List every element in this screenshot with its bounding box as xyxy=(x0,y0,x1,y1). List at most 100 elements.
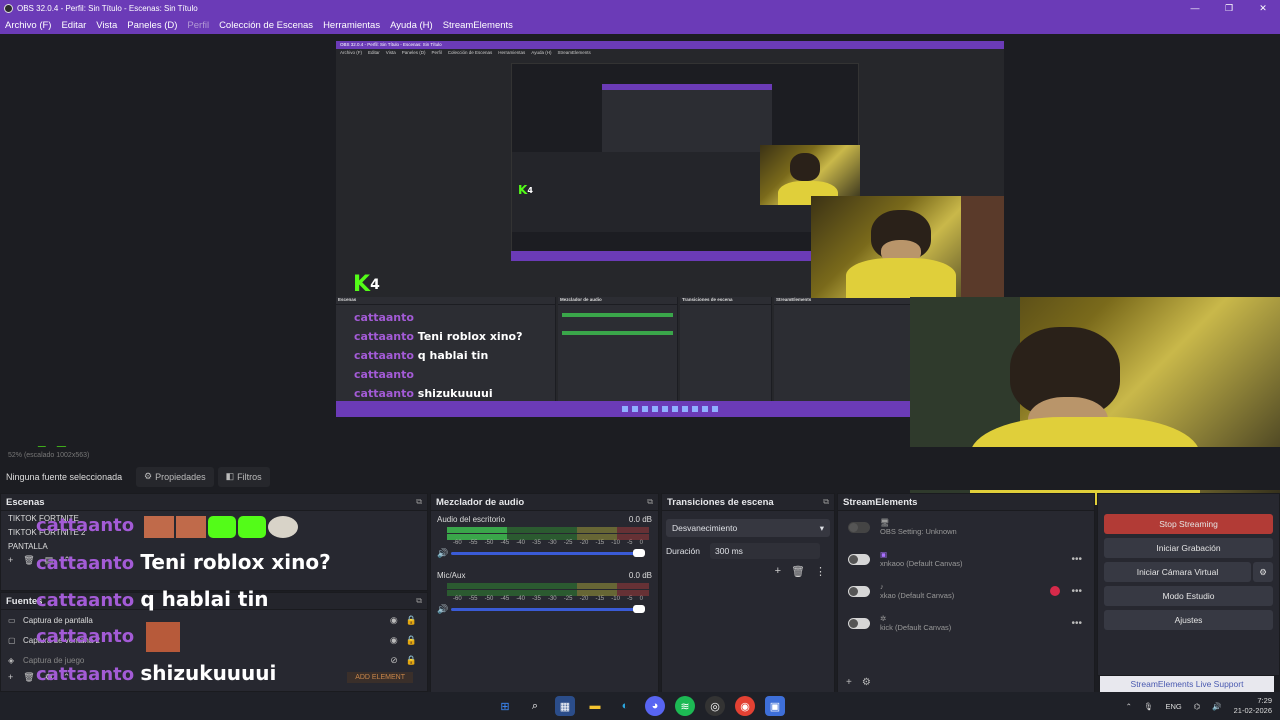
streamelements-support-button[interactable]: StreamElements Live Support xyxy=(1100,676,1274,692)
kick-viewer-badge-tiny: K 4 xyxy=(518,183,533,197)
visibility-hidden-icon[interactable]: ⊘ xyxy=(390,655,398,666)
speaker-icon[interactable]: 🔊 xyxy=(437,604,451,615)
store-icon[interactable]: ▦ xyxy=(555,696,575,716)
add-output-icon[interactable]: + xyxy=(846,677,852,688)
level-meter xyxy=(447,527,652,533)
tiktok-icon: ♪ xyxy=(880,582,884,591)
menu-docks[interactable]: Paneles (D) xyxy=(122,20,182,31)
file-explorer-icon[interactable]: ▬ xyxy=(585,696,605,716)
properties-button[interactable]: ⚙ Propiedades xyxy=(136,466,214,487)
start-recording-button[interactable]: Iniciar Grabación xyxy=(1104,538,1273,558)
emote-icon xyxy=(146,622,181,652)
menu-file[interactable]: Archivo (F) xyxy=(0,20,56,31)
se-output-row: ♪ xkao (Default Canvas) ••• xyxy=(838,575,1094,607)
restore-icon[interactable]: ❐ xyxy=(1212,0,1246,16)
windows-start-icon[interactable]: ⊞ xyxy=(495,696,515,716)
menu-view[interactable]: Vista xyxy=(91,20,122,31)
dock-undock-icon[interactable]: ⧉ xyxy=(823,497,829,507)
stop-streaming-button[interactable]: Stop Streaming xyxy=(1104,514,1273,534)
menu-streamelements[interactable]: StreamElements xyxy=(438,20,518,31)
lock-icon[interactable]: 🔒 xyxy=(406,635,417,646)
filters-button[interactable]: ◧ Filtros xyxy=(217,466,270,487)
visibility-eye-icon[interactable]: ◉ xyxy=(390,635,398,646)
meter-scale: -60 -55 -50 -45 -40 -35 -30 -25 -20 -15 -10 -5 0 xyxy=(453,596,643,602)
streamelements-title: StreamElements xyxy=(843,496,918,508)
channel-db: 0.0 dB xyxy=(628,515,652,524)
output-toggle[interactable] xyxy=(848,617,870,629)
emote-icon xyxy=(175,515,206,538)
add-element-button[interactable]: ADD ELEMENT xyxy=(347,671,413,683)
settings-icon[interactable]: ⚙ xyxy=(862,677,871,688)
spotify-icon[interactable]: ≋ xyxy=(675,696,695,716)
microphone-icon[interactable]: 🎙 xyxy=(1144,702,1154,711)
settings-button[interactable]: Ajustes xyxy=(1104,610,1273,630)
remove-source-icon[interactable]: 🗑 xyxy=(23,672,34,683)
transition-select[interactable]: Desvanecimiento ▾ xyxy=(666,519,830,537)
controls-dock: Stop Streaming Iniciar Grabación Iniciar… xyxy=(1097,493,1280,676)
volume-slider[interactable] xyxy=(451,549,645,557)
add-scene-icon[interactable]: + xyxy=(8,555,13,565)
output-toggle[interactable] xyxy=(848,521,870,533)
scenes-dock: Escenas ⧉ TIKTOK FORTNITE TIKTOK FORTNITE… xyxy=(0,493,428,591)
streamelements-app-icon[interactable]: ▣ xyxy=(765,696,785,716)
menu-scene-collection[interactable]: Colección de Escenas xyxy=(214,20,318,31)
virtual-camera-settings-icon[interactable]: ⚙ xyxy=(1253,562,1273,582)
language-indicator[interactable]: ENG xyxy=(1165,702,1181,711)
lock-icon[interactable]: 🔒 xyxy=(406,655,417,666)
mixer-title: Mezclador de audio xyxy=(436,496,525,508)
nested-chat-overlay: cattaanto cattaanto Teni roblox xino? ca… xyxy=(354,311,523,400)
duration-label: Duración xyxy=(666,546,701,556)
duration-spinbox[interactable]: 300 ms xyxy=(710,543,821,559)
menu-help[interactable]: Ayuda (H) xyxy=(385,20,438,31)
close-icon[interactable]: ✕ xyxy=(1246,0,1280,16)
cat-emote-icon xyxy=(267,515,298,538)
more-options-icon[interactable]: ⋮ xyxy=(815,565,826,578)
source-context-bar: Ninguna fuente seleccionada ⚙ Propiedades… xyxy=(0,463,1280,490)
clock[interactable]: 7:29 21-02-2026 xyxy=(1234,696,1272,716)
edge-icon[interactable]: ◐ xyxy=(615,696,635,716)
kick-emote-icon xyxy=(207,515,236,538)
monitor-icon: ▭ xyxy=(8,615,16,625)
obs-icon[interactable]: ◎ xyxy=(705,696,725,716)
start-virtual-camera-button[interactable]: Iniciar Cámara Virtual xyxy=(1104,562,1251,582)
studio-mode-button[interactable]: Modo Estudio xyxy=(1104,586,1273,606)
meter-scale: -60 -55 -50 -45 -40 -35 -30 -25 -20 -15 -10 -5 0 xyxy=(453,540,643,546)
menu-tools[interactable]: Herramientas xyxy=(318,20,385,31)
search-icon[interactable]: ⌕ xyxy=(525,696,545,716)
add-transition-icon[interactable]: + xyxy=(775,565,781,578)
kick-logo-icon: K xyxy=(353,272,371,297)
discord-icon[interactable]: ◕ xyxy=(645,696,665,716)
lock-icon[interactable]: 🔒 xyxy=(406,615,417,626)
add-source-icon[interactable]: + xyxy=(8,672,13,682)
chrome-icon[interactable]: ◉ xyxy=(735,696,755,716)
speaker-icon[interactable]: 🔊 xyxy=(437,548,451,559)
output-toggle[interactable] xyxy=(848,553,870,565)
dock-undock-icon[interactable]: ⧉ xyxy=(647,497,653,507)
more-options-icon[interactable]: ••• xyxy=(1071,618,1082,629)
channel-name: Mic/Aux xyxy=(437,571,466,580)
chevron-down-icon: ▾ xyxy=(819,522,824,533)
volume-slider[interactable] xyxy=(451,605,645,613)
more-options-icon[interactable]: ••• xyxy=(1071,586,1082,597)
dock-undock-icon[interactable]: ⧉ xyxy=(416,596,422,606)
dock-undock-icon[interactable]: ⧉ xyxy=(416,497,422,507)
transitions-title: Transiciones de escena xyxy=(667,496,774,508)
visibility-eye-icon[interactable]: ◉ xyxy=(390,615,398,626)
remove-scene-icon[interactable]: 🗑 xyxy=(23,555,34,566)
more-options-icon[interactable]: ••• xyxy=(1071,554,1082,565)
gamepad-icon: ◈ xyxy=(8,655,15,665)
se-output-row: ✲ kick (Default Canvas) ••• xyxy=(838,607,1094,639)
network-icon[interactable]: ⌬ xyxy=(1194,702,1201,711)
chevron-up-icon[interactable]: ⌃ xyxy=(1126,702,1132,711)
monitor-icon: 🖥 xyxy=(880,518,890,527)
output-toggle[interactable] xyxy=(848,585,870,597)
live-indicator-icon xyxy=(1050,586,1060,596)
emote-icon xyxy=(143,515,174,538)
channel-name: Audio del escritorio xyxy=(437,515,506,524)
minimize-icon[interactable]: — xyxy=(1178,0,1212,16)
system-tray: ⌃ 🎙 ENG ⌬ 🔊 7:29 21-02-2026 xyxy=(1126,692,1272,720)
menu-edit[interactable]: Editar xyxy=(56,20,91,31)
menu-profile[interactable]: Perfil xyxy=(182,20,214,31)
remove-transition-icon[interactable]: 🗑 xyxy=(791,565,805,578)
volume-icon[interactable]: 🔊 xyxy=(1212,702,1221,711)
